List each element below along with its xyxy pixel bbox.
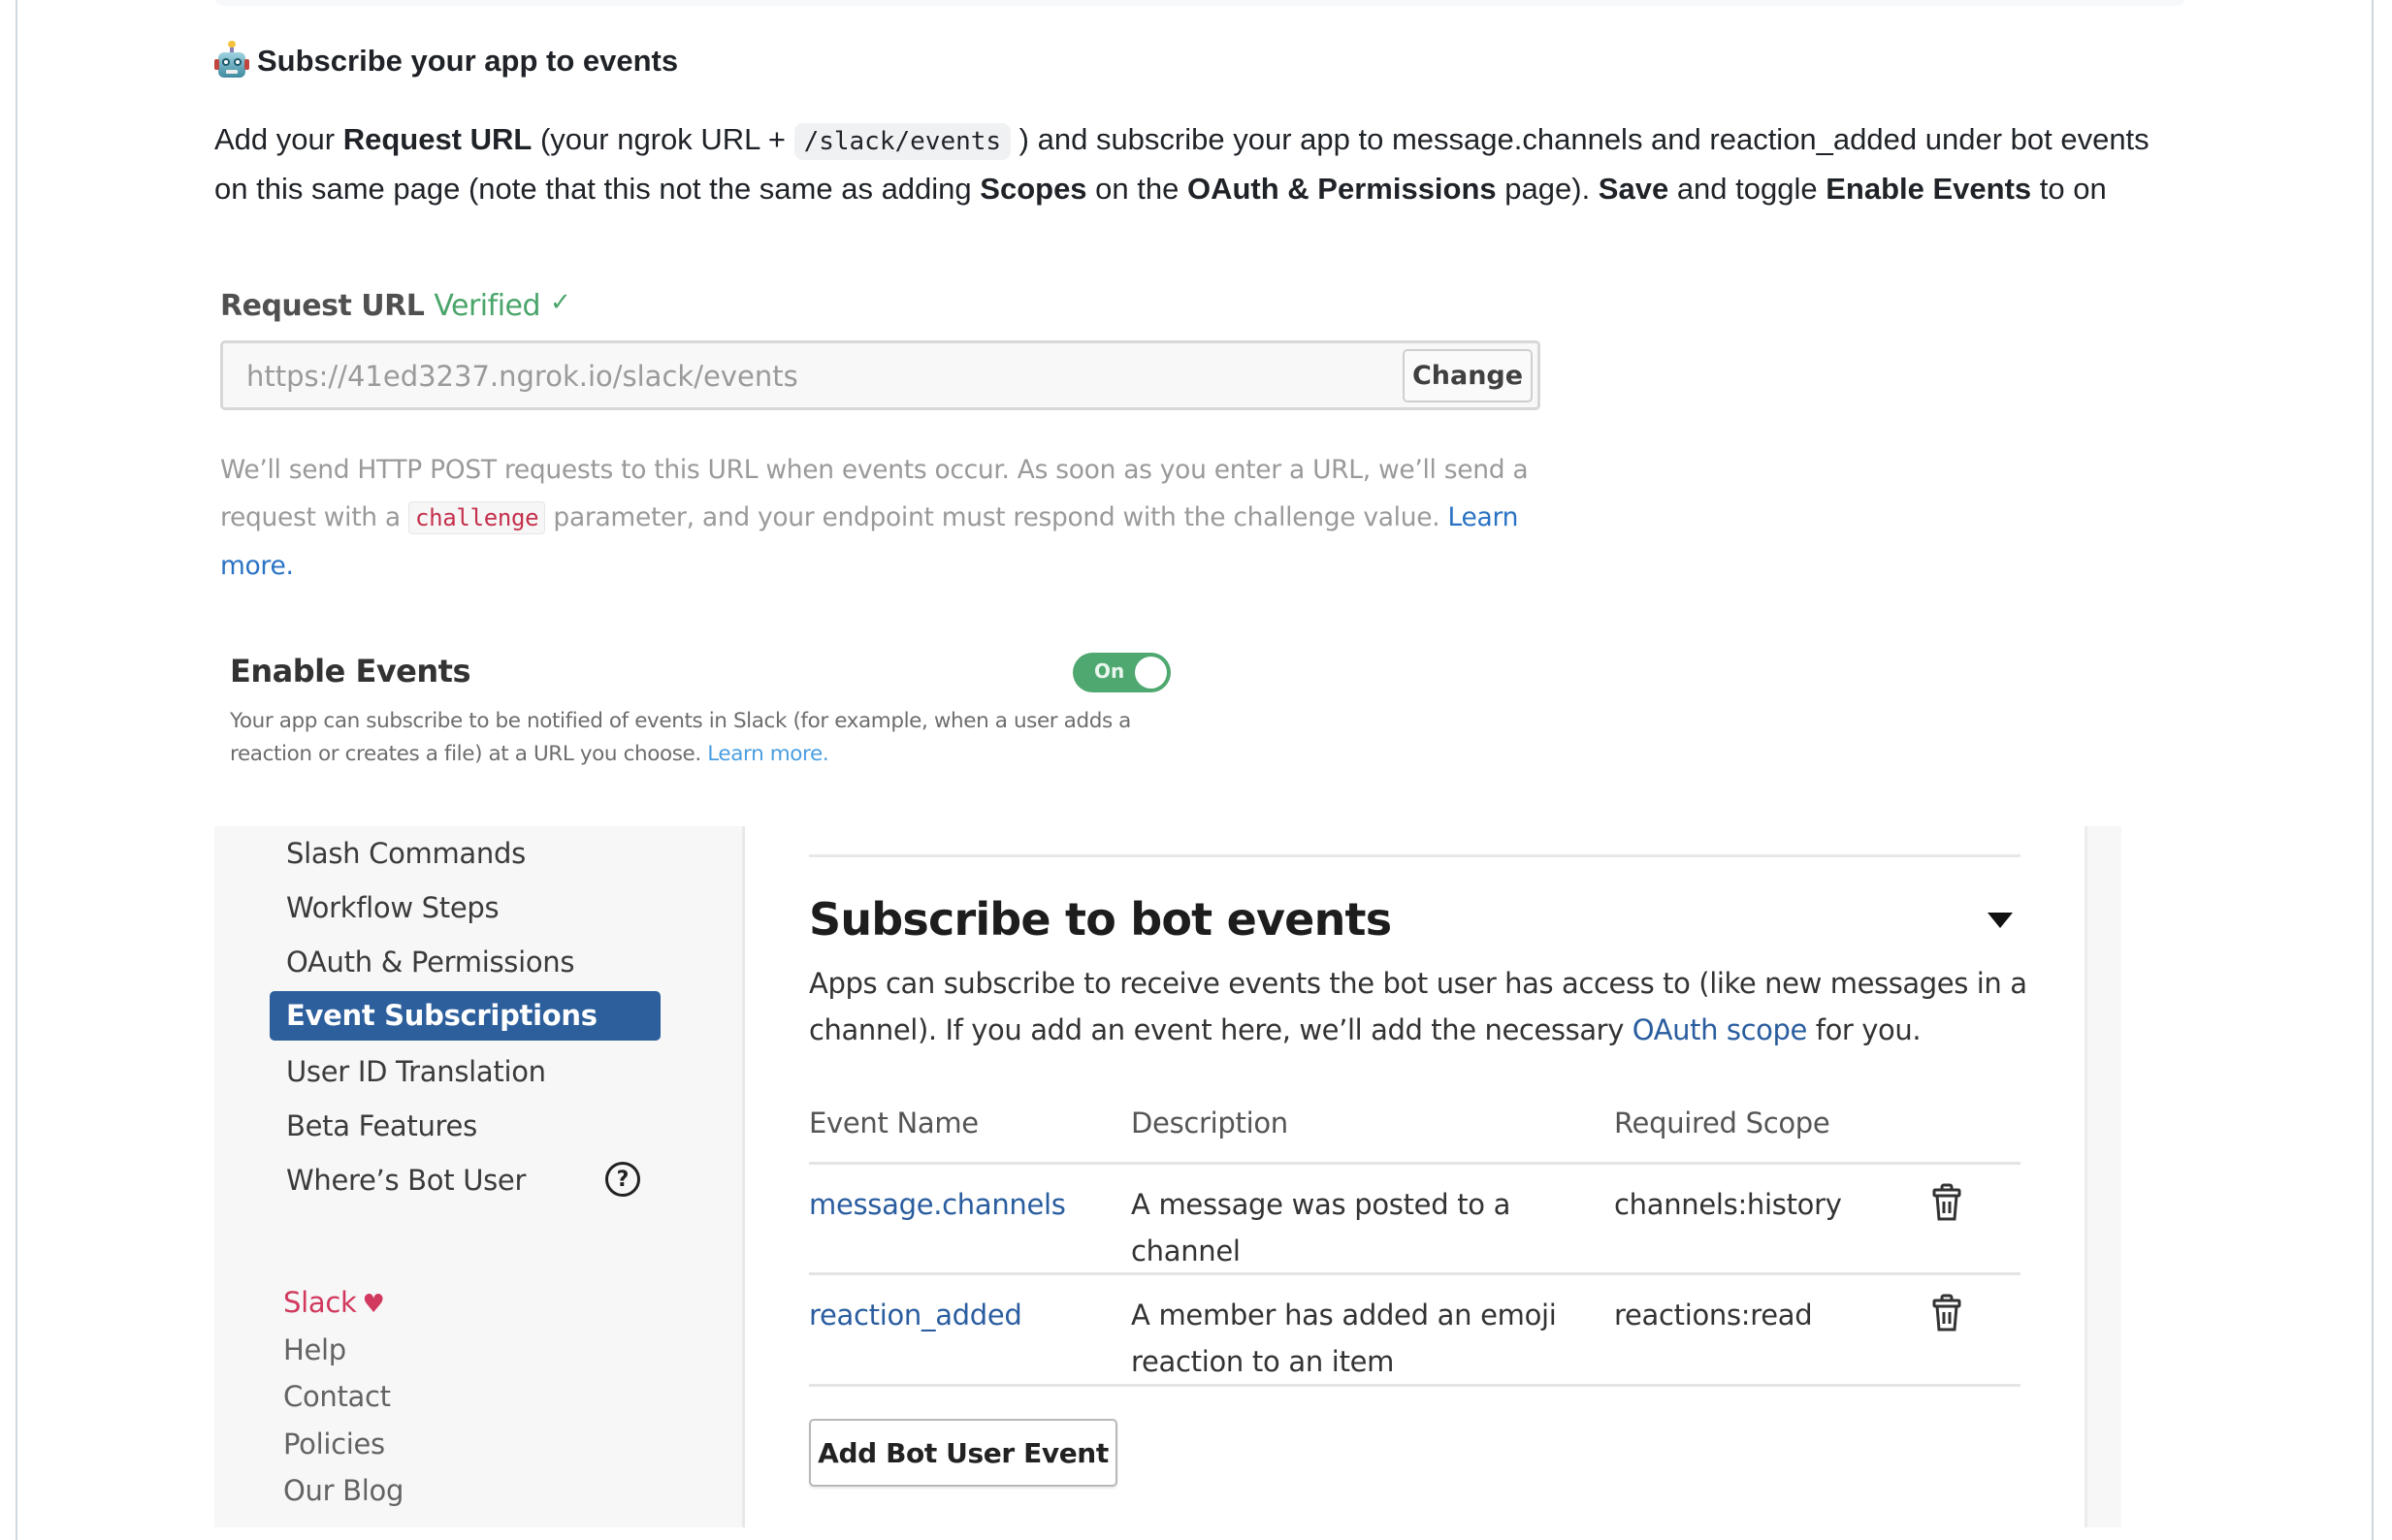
content-border-right <box>2372 0 2374 1540</box>
footer-slack-link[interactable]: Slack ♥ <box>283 1286 385 1319</box>
sidebar-item-user-id-translation[interactable]: User ID Translation <box>286 1055 546 1088</box>
event-scope: channels:history <box>1614 1188 1842 1221</box>
column-header-required-scope: Required Scope <box>1614 1107 1830 1139</box>
content-border-left <box>16 0 17 1540</box>
sidebar-item-workflow-steps[interactable]: Workflow Steps <box>286 891 500 924</box>
robot-icon <box>214 41 249 80</box>
oauth-scope-link[interactable]: OAuth scope <box>1632 1013 1808 1046</box>
bot-events-description: Apps can subscribe to receive events the… <box>809 967 2027 1046</box>
help-circle-icon[interactable]: ? <box>605 1162 640 1197</box>
add-bot-user-event-button[interactable]: Add Bot User Event <box>809 1419 1117 1487</box>
inline-code: /slack/events <box>793 123 1012 160</box>
section-heading: Subscribe your app to events <box>214 41 679 80</box>
slack-settings-panel: Slash Commands Workflow Steps OAuth & Pe… <box>214 826 2121 1527</box>
footer-blog-link[interactable]: Our Blog <box>283 1474 404 1507</box>
event-scope: reactions:read <box>1614 1299 1813 1331</box>
bot-events-title: Subscribe to bot events <box>809 893 1392 946</box>
sidebar-item-oauth-permissions[interactable]: OAuth & Permissions <box>286 946 574 979</box>
enable-learn-more-link[interactable]: Learn more. <box>707 742 828 766</box>
collapse-triangle-icon[interactable] <box>1988 913 2013 928</box>
event-name-link[interactable]: message.channels <box>809 1181 1066 1228</box>
table-header-divider <box>809 1162 2020 1165</box>
trash-icon[interactable] <box>1931 1294 1962 1332</box>
column-header-description: Description <box>1131 1107 1288 1139</box>
table-row-divider <box>809 1384 2020 1387</box>
sidebar: Slash Commands Workflow Steps OAuth & Pe… <box>214 826 745 1527</box>
challenge-code: challenge <box>407 501 546 534</box>
previous-code-block <box>214 0 2185 6</box>
sidebar-item-event-subscriptions[interactable]: Event Subscriptions <box>270 991 661 1041</box>
check-icon: ✓ <box>550 288 571 317</box>
instructions-paragraph: Add your Request URL (your ngrok URL + /… <box>214 122 2150 206</box>
footer-contact-link[interactable]: Contact <box>283 1380 391 1413</box>
divider <box>809 854 2020 857</box>
verified-status: Verified <box>434 289 541 323</box>
sidebar-item-label: Event Subscriptions <box>286 999 598 1032</box>
table-row-divider <box>809 1272 2020 1275</box>
event-name-link[interactable]: reaction_added <box>809 1292 1022 1338</box>
toggle-label: On <box>1094 659 1125 683</box>
sidebar-item-slash-commands[interactable]: Slash Commands <box>286 837 526 870</box>
request-url-value: https://41ed3237.ngrok.io/slack/events <box>246 360 798 393</box>
enable-events-title: Enable Events <box>230 653 471 690</box>
trash-icon[interactable] <box>1931 1183 1962 1222</box>
request-url-input[interactable]: https://41ed3237.ngrok.io/slack/events C… <box>220 340 1540 410</box>
heart-icon: ♥ <box>362 1290 385 1319</box>
sidebar-item-wheres-bot-user[interactable]: Where’s Bot User <box>286 1164 526 1197</box>
footer-help-link[interactable]: Help <box>283 1333 346 1366</box>
event-description: A member has added an emoji reaction to … <box>1131 1299 1557 1378</box>
footer-policies-link[interactable]: Policies <box>283 1428 385 1460</box>
enable-events-description: Your app can subscribe to be notified of… <box>230 709 1131 766</box>
event-description: A message was posted to a channel <box>1131 1188 1511 1267</box>
column-header-event-name: Event Name <box>809 1107 979 1139</box>
request-url-label: Request URL Verified ✓ <box>220 288 571 323</box>
enable-events-toggle[interactable]: On <box>1073 653 1171 692</box>
change-button[interactable]: Change <box>1403 349 1533 402</box>
right-margin <box>2085 826 2121 1527</box>
request-url-help: We’ll send HTTP POST requests to this UR… <box>220 455 1529 581</box>
toggle-knob <box>1135 657 1167 689</box>
section-heading-text: Subscribe your app to events <box>257 44 679 78</box>
sidebar-item-beta-features[interactable]: Beta Features <box>286 1109 477 1142</box>
